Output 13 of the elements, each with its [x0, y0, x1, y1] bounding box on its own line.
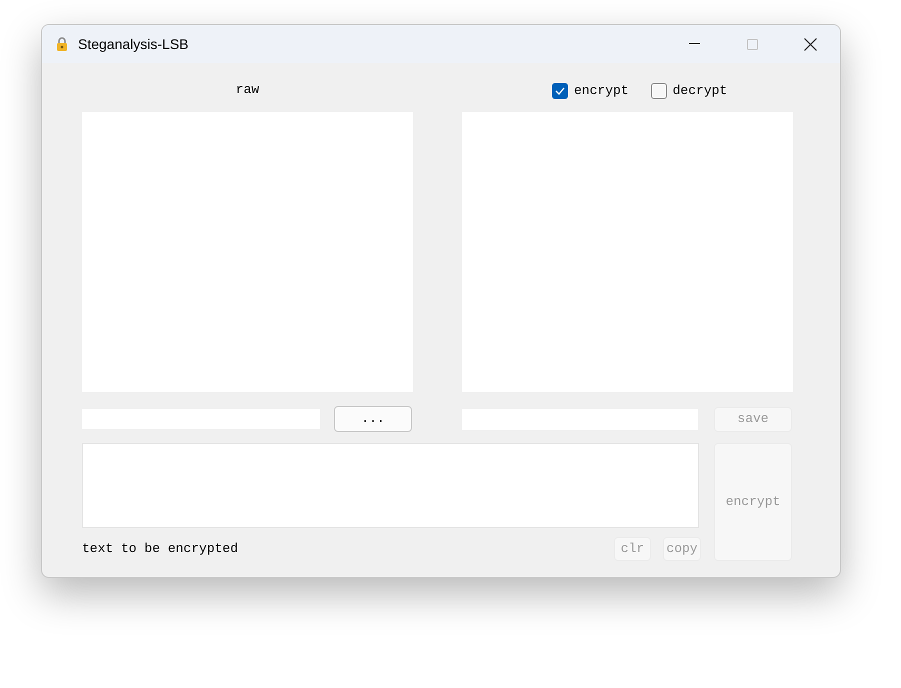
- minimize-icon: [688, 43, 700, 45]
- check-icon: [555, 87, 565, 95]
- window-title: Steganalysis-LSB: [78, 34, 189, 54]
- checkbox[interactable]: [552, 83, 568, 99]
- text-area-label: text to be encrypted: [82, 540, 238, 558]
- image-label: raw: [236, 82, 260, 98]
- checkbox[interactable]: [650, 83, 667, 99]
- lock-icon: [54, 36, 70, 52]
- browse-button[interactable]: ...: [334, 406, 412, 432]
- close-icon: [804, 38, 816, 50]
- text-area[interactable]: [82, 443, 699, 528]
- mode-checkbox[interactable]: decrypt: [650, 82, 728, 100]
- mode-checkbox[interactable]: encrypt: [552, 82, 629, 100]
